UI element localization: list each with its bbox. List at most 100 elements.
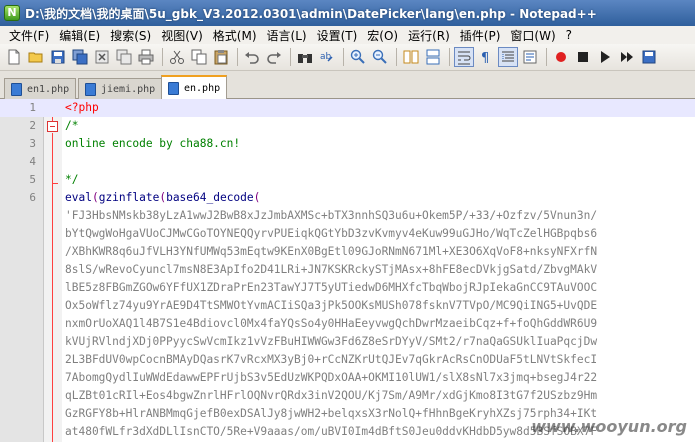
save-button[interactable]	[48, 47, 68, 67]
tab-en-php[interactable]: en.php	[161, 75, 228, 100]
clipboard-icon	[214, 50, 228, 65]
watermark: www.wooyun.org	[531, 417, 687, 436]
tab-label: en1.php	[27, 83, 70, 95]
sync-vertical-icon	[403, 50, 419, 64]
code-text: 7AbomgQydlIuWWdEdawwEPFrUjbS3v5EdUzWKPQD…	[65, 371, 598, 384]
save-macro-button[interactable]	[639, 47, 659, 67]
line-number: 6	[29, 191, 36, 204]
redo-icon	[267, 52, 281, 64]
code-text: /*	[65, 119, 79, 132]
menu-run[interactable]: 运行(R)	[403, 27, 455, 44]
close-all-button[interactable]	[114, 47, 134, 67]
menu-macro[interactable]: 宏(O)	[362, 27, 403, 44]
redo-button[interactable]	[264, 47, 284, 67]
paste-button[interactable]	[211, 47, 231, 67]
zoom-in-button[interactable]	[348, 47, 368, 67]
code-line: 7AbomgQydlIuWWdEdawwEPFrUjbS3v5EdUzWKPQD…	[0, 369, 695, 387]
code-line: bYtQwgWoHgaVUoCJMwCGoTOYNEQQyrvPUEiqkQGt…	[0, 225, 695, 243]
menu-search[interactable]: 搜索(S)	[105, 27, 156, 44]
toolbar-separator	[546, 48, 547, 66]
code-text: lBE5z8FBGmZGOw6YFfUX1ZDraPrEn23TawYJ7T5y…	[65, 281, 598, 294]
line-number: 5	[29, 173, 36, 186]
menu-plugins[interactable]: 插件(P)	[455, 27, 506, 44]
save-all-button[interactable]	[70, 47, 90, 67]
code-text: Ox5oWflz74yu9YrAE9D4TtSMWOtYvmACIiSQa3jP…	[65, 299, 598, 312]
show-all-chars-button[interactable]: ¶	[476, 47, 496, 67]
menu-language[interactable]: 语言(L)	[262, 27, 312, 44]
window-title: D:\我的文档\我的桌面\5u_gbk_V3.2012.0301\admin\D…	[25, 6, 597, 21]
menu-edit[interactable]: 编辑(E)	[54, 27, 105, 44]
copy-button[interactable]	[189, 47, 209, 67]
menu-view[interactable]: 视图(V)	[156, 27, 208, 44]
save-all-icon	[72, 49, 88, 65]
find-button[interactable]	[295, 47, 315, 67]
open-file-button[interactable]	[26, 47, 46, 67]
tab-en1-php[interactable]: en1.php	[4, 78, 77, 99]
toolbar-separator	[162, 48, 163, 66]
play-macro-multiple-button[interactable]	[617, 47, 637, 67]
indent-guide-button[interactable]	[498, 47, 518, 67]
pilcrow-icon: ¶	[481, 51, 489, 65]
new-file-icon	[8, 49, 20, 65]
menu-settings[interactable]: 设置(T)	[312, 27, 363, 44]
line-number: 2	[29, 119, 36, 132]
stop-macro-button[interactable]	[573, 47, 593, 67]
code-text: at480fWLfr3dXdDLlIsnCTO/5Re+V9aaas/om/uB…	[65, 425, 598, 438]
notepad-plus-plus-icon: N	[4, 5, 20, 21]
code-line: 8slS/wRevoCyuncl7msN8E3ApIfo2D41LRi+JN7K…	[0, 261, 695, 279]
new-file-button[interactable]	[4, 47, 24, 67]
record-macro-button[interactable]	[551, 47, 571, 67]
toolbar-separator	[237, 48, 238, 66]
code-line: lBE5z8FBGmZGOw6YFfUX1ZDraPrEn23TawYJ7T5y…	[0, 279, 695, 297]
menu-window[interactable]: 窗口(W)	[505, 27, 560, 44]
menu-file[interactable]: 文件(F)	[4, 27, 54, 44]
code-text: 8slS/wRevoCyuncl7msN8E3ApIfo2D41LRi+JN7K…	[65, 263, 598, 276]
folder-open-icon	[28, 52, 43, 63]
word-wrap-button[interactable]	[454, 47, 474, 67]
undo-button[interactable]	[242, 47, 262, 67]
menu-help[interactable]: ?	[561, 28, 577, 42]
editor[interactable]: 1 <?php 2 /* 3 online encode by cha88.cn…	[0, 99, 695, 442]
menu-format[interactable]: 格式(M)	[208, 27, 262, 44]
language-icon	[523, 50, 537, 64]
language-button[interactable]	[520, 47, 540, 67]
tab-jiemi-php[interactable]: jiemi.php	[78, 78, 163, 99]
code-text: qLZBt01cRIl+Eos4bgwZnrlHFrlOQNvrQRdx3inV…	[65, 389, 598, 402]
code-text: GzRGFY8b+HlrANBMmqGjefB0exDSAlJy8jwWH2+b…	[65, 407, 598, 420]
code-line: 2L3BFdUV0wpCocnBMAyDQasrK7vRcxMX3yBj0+rC…	[0, 351, 695, 369]
replace-button[interactable]: ab	[317, 47, 337, 67]
code-text: online encode by cha88.cn!	[65, 137, 241, 150]
code-text: */	[65, 173, 79, 186]
toolbar-separator	[449, 48, 450, 66]
print-button[interactable]	[136, 47, 156, 67]
scissors-icon	[170, 50, 184, 64]
zoom-out-icon	[372, 49, 387, 64]
code-line: kVUjRVlndjXDj0PPyycSwVcmIkz1vVzFBuHIWWGw…	[0, 333, 695, 351]
sync-horizontal-button[interactable]	[423, 47, 443, 67]
close-file-button[interactable]	[92, 47, 112, 67]
code-line: 'FJ3HbsNMskb38yLzA1wwJ2BwB8xJzJmbAXMSc+b…	[0, 207, 695, 225]
code-line: 1 <?php	[0, 99, 695, 117]
play-macro-button[interactable]	[595, 47, 615, 67]
code-line: Ox5oWflz74yu9YrAE9D4TtSMWOtYvmACIiSQa3jP…	[0, 297, 695, 315]
replace-icon: ab	[320, 52, 333, 62]
code-text: 2L3BFdUV0wpCocnBMAyDQasrK7vRcxMX3yBj0+rC…	[65, 353, 598, 366]
toolbar-separator	[290, 48, 291, 66]
zoom-out-button[interactable]	[370, 47, 390, 67]
play-icon	[601, 51, 610, 63]
file-icon	[11, 82, 22, 96]
code-line: 6 eval(gzinflate(base64_decode(	[0, 189, 695, 207]
cut-button[interactable]	[167, 47, 187, 67]
play-multiple-icon	[621, 52, 633, 62]
line-number: 4	[29, 155, 36, 168]
code-text: /XBhKWR8q6uJfVLH3YNfUMWq53mEqtw9KEnX0BgE…	[65, 245, 598, 258]
sync-vertical-button[interactable]	[401, 47, 421, 67]
indent-guide-icon	[502, 51, 514, 62]
menu-bar: 文件(F) 编辑(E) 搜索(S) 视图(V) 格式(M) 语言(L) 设置(T…	[0, 26, 695, 44]
printer-icon	[138, 49, 154, 65]
function-name: gzinflate	[98, 191, 160, 204]
file-icon	[85, 82, 96, 96]
line-number: 1	[29, 101, 36, 114]
tab-label: en.php	[184, 83, 221, 94]
close-all-icon	[116, 49, 132, 65]
